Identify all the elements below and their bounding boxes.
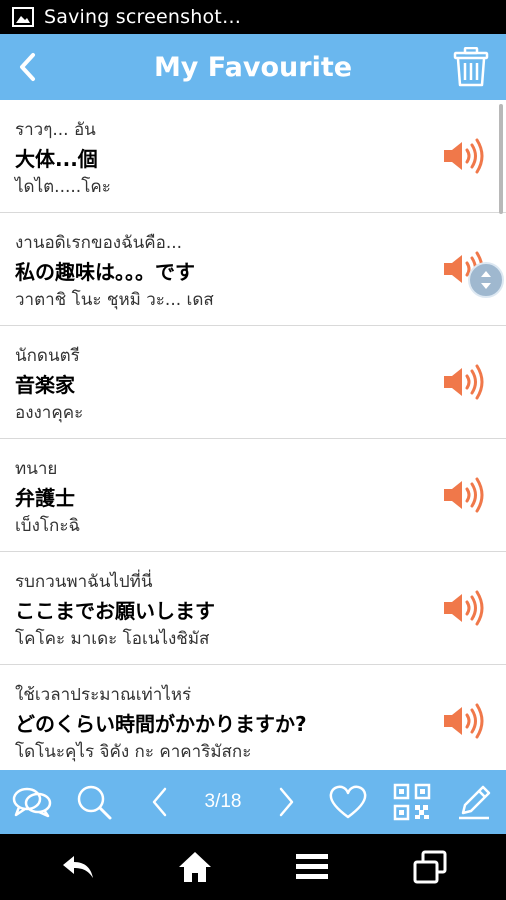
system-nav-bar [0,834,506,900]
list-item[interactable]: งานอดิเรกของฉันคือ... 私の趣味は。。。です วาตาชิ … [0,213,506,326]
japanese-text: 弁護士 [15,486,75,510]
chevron-left-icon [152,787,167,817]
list-item[interactable]: ใช้เวลาประมาณเท่าไหร่ どのくらい時間がかかりますか? โด… [0,665,506,770]
chevron-right-icon [279,787,294,817]
image-icon [12,7,34,27]
recent-apps-icon [413,850,447,884]
qr-code-icon [393,783,431,821]
qr-code-button[interactable] [390,780,434,824]
page-title: My Favourite [153,51,353,83]
app-header: My Favourite [0,34,506,100]
reading-text: องงาคุคะ [15,403,84,423]
prev-button[interactable] [138,780,182,824]
japanese-text: ここまでお願いします [15,599,215,623]
thai-text: ใช้เวลาประมาณเท่าไหร่ [15,685,192,705]
scroll-arrows-icon [481,271,491,289]
nav-home-button[interactable] [173,846,217,888]
chevron-left-icon [20,53,35,81]
favourite-button[interactable] [326,780,370,824]
reading-text: วาตาชิ โนะ ชุหมิ วะ... เดส [15,290,214,310]
home-icon [179,852,211,882]
search-button[interactable] [72,780,116,824]
thai-text: ราวๆ... อัน [15,120,96,140]
speaker-icon[interactable] [442,701,486,741]
reading-text: โคโคะ มาเดะ โอเนไงชิมัส [15,629,210,649]
reading-text: โดโนะคุไร จิคัง กะ คาคาริมัสกะ [15,742,252,762]
speech-bubbles-icon [12,787,52,818]
status-bar: Saving screenshot… [0,0,506,34]
bottom-toolbar: 3/18 [0,770,506,834]
japanese-text: 私の趣味は。。。です [15,260,195,284]
japanese-text: 音楽家 [15,373,75,397]
heart-icon [329,785,367,819]
nav-recent-button[interactable] [408,846,452,888]
thai-text: ทนาย [15,459,58,479]
page-indicator: 3/18 [204,791,242,812]
nav-back-button[interactable] [56,846,100,888]
status-text: Saving screenshot… [44,6,242,28]
trash-icon [453,47,489,87]
speaker-icon[interactable] [442,362,486,402]
thai-text: นักดนตรี [15,346,80,366]
japanese-text: どのくらい時間がかかりますか? [15,712,307,736]
reading-text: ไดไต.....โคะ [15,177,111,197]
list-item[interactable]: รบกวนพาฉันไปที่นี่ ここまでお願いします โคโคะ มาเด… [0,552,506,665]
list-item[interactable]: นักดนตรี 音楽家 องงาคุคะ [0,326,506,439]
nav-menu-button[interactable] [290,846,334,888]
search-icon [77,785,112,820]
list-item[interactable]: ทนาย 弁護士 เบ็งโกะฉิ [0,439,506,552]
chat-button[interactable] [10,780,54,824]
speaker-icon[interactable] [442,475,486,515]
edit-icon [459,785,491,820]
thai-text: งานอดิเรกของฉันคือ... [15,233,183,253]
menu-icon [296,854,328,879]
reading-text: เบ็งโกะฉิ [15,516,81,536]
back-arrow-icon [63,856,93,878]
delete-button[interactable] [450,44,492,90]
fast-scroll-handle[interactable] [468,262,504,298]
edit-button[interactable] [452,780,496,824]
thai-text: รบกวนพาฉันไปที่นี่ [15,572,153,592]
back-button[interactable] [8,44,48,90]
favourite-list: ราวๆ... อัน 大体...個 ไดไต.....โคะ งานอดิเร… [0,100,506,770]
next-button[interactable] [264,780,308,824]
list-item[interactable]: ราวๆ... อัน 大体...個 ไดไต.....โคะ [0,100,506,213]
speaker-icon[interactable] [442,136,486,176]
speaker-icon[interactable] [442,588,486,628]
scrollbar[interactable] [499,104,503,214]
japanese-text: 大体...個 [15,147,98,171]
